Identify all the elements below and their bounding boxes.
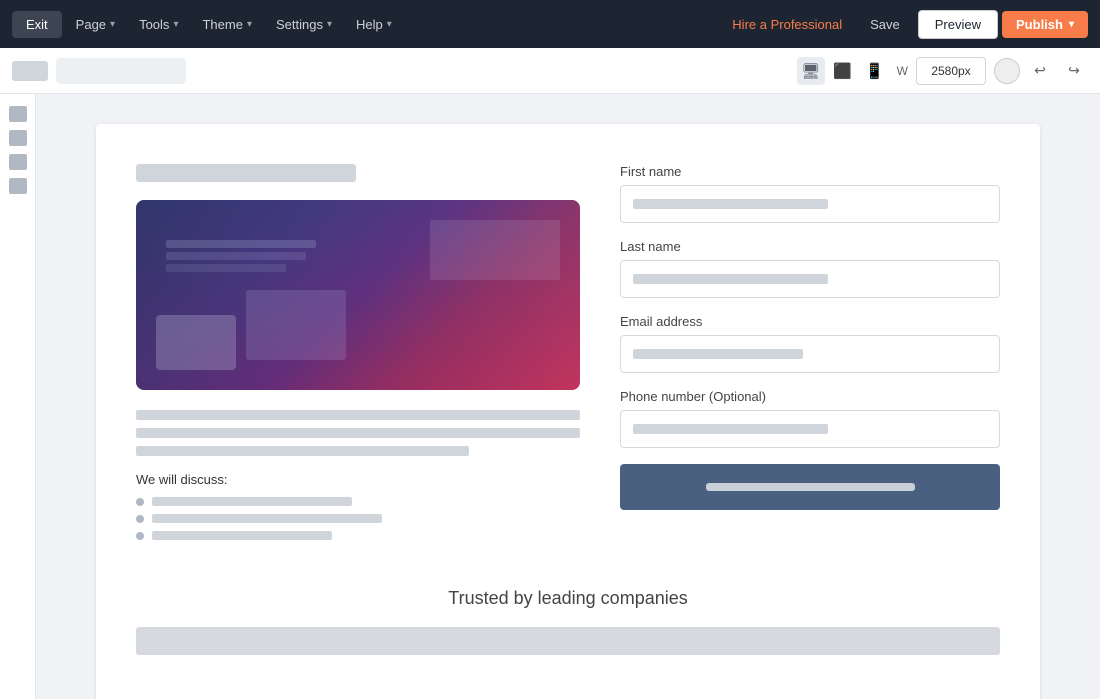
image-decoration-1 [156,315,236,370]
side-block-3[interactable] [9,154,27,170]
text-block [136,410,580,456]
image-decoration-3 [430,220,560,280]
bullet-line-3 [152,531,332,540]
heading-placeholder [136,164,356,182]
phone-placeholder [633,424,828,434]
last-name-label: Last name [620,239,1000,254]
email-field: Email address [620,314,1000,373]
editor-toolbar: 🖥 ⬛ 📱 W ↩ ↪ [0,48,1100,94]
side-panel [0,94,36,699]
editor-canvas: We will discuss: [36,94,1100,699]
tools-chevron-icon: ▾ [173,19,178,30]
first-name-field: First name [620,164,1000,223]
bullet-1 [136,497,580,506]
content-image [136,200,580,390]
email-label: Email address [620,314,1000,329]
preview-button[interactable]: Preview [918,10,998,39]
mobile-icon[interactable]: 📱 [861,57,889,85]
phone-input[interactable] [620,410,1000,448]
image-decoration-2 [246,290,346,360]
bullet-line-1 [152,497,352,506]
tablet-icon[interactable]: ⬛ [829,57,857,85]
width-label: W [897,64,908,78]
search-input[interactable] [56,58,186,84]
exit-button[interactable]: Exit [12,11,62,38]
image-decoration-4 [166,240,316,248]
width-input[interactable] [916,57,986,85]
first-name-input[interactable] [620,185,1000,223]
email-input[interactable] [620,335,1000,373]
theme-chevron-icon: ▾ [247,19,252,30]
save-button[interactable]: Save [856,11,914,38]
side-block-2[interactable] [9,130,27,146]
two-column-layout: We will discuss: [136,164,1000,548]
toolbar-placeholder [12,61,48,81]
bullet-dot-3 [136,532,144,540]
page-chevron-icon: ▾ [110,19,115,30]
settings-chevron-icon: ▾ [327,19,332,30]
device-selector: 🖥 ⬛ 📱 [797,57,889,85]
undo-button[interactable]: ↩ [1026,57,1054,85]
first-name-placeholder [633,199,828,209]
last-name-placeholder [633,274,828,284]
publish-chevron-icon: ▾ [1069,19,1074,30]
color-picker[interactable] [994,58,1020,84]
last-name-field: Last name [620,239,1000,298]
image-decoration-5 [166,252,306,260]
email-placeholder [633,349,803,359]
discuss-label: We will discuss: [136,472,580,487]
bullet-2 [136,514,580,523]
left-column: We will discuss: [136,164,580,548]
last-name-input[interactable] [620,260,1000,298]
trusted-title: Trusted by leading companies [136,588,1000,609]
bullet-dot-2 [136,515,144,523]
tools-menu[interactable]: Tools ▾ [129,11,188,38]
image-inner [136,200,580,390]
side-block-1[interactable] [9,106,27,122]
trusted-companies-bar [136,627,1000,655]
bullet-line-2 [152,514,382,523]
top-navigation: Exit Page ▾ Tools ▾ Theme ▾ Settings ▾ H… [0,0,1100,48]
submit-button[interactable] [620,464,1000,510]
trusted-section: Trusted by leading companies [136,588,1000,655]
redo-button[interactable]: ↪ [1060,57,1088,85]
hire-professional-link[interactable]: Hire a Professional [722,11,852,38]
help-menu[interactable]: Help ▾ [346,11,402,38]
desktop-icon[interactable]: 🖥 [797,57,825,85]
submit-bar [706,483,915,491]
theme-menu[interactable]: Theme ▾ [192,11,262,38]
main-layout: We will discuss: [0,94,1100,699]
side-block-4[interactable] [9,178,27,194]
bullet-dot-1 [136,498,144,506]
page-content: We will discuss: [96,124,1040,699]
help-chevron-icon: ▾ [387,19,392,30]
image-decoration-6 [166,264,286,272]
text-line-3 [136,446,469,456]
right-column-form: First name Last name Email address [620,164,1000,548]
page-menu[interactable]: Page ▾ [66,11,125,38]
first-name-label: First name [620,164,1000,179]
settings-menu[interactable]: Settings ▾ [266,11,342,38]
text-line-1 [136,410,580,420]
bullet-3 [136,531,580,540]
toolbar-right-actions: ↩ ↪ [994,57,1088,85]
publish-button[interactable]: Publish ▾ [1002,11,1088,38]
phone-label: Phone number (Optional) [620,389,1000,404]
text-line-2 [136,428,580,438]
phone-field: Phone number (Optional) [620,389,1000,448]
